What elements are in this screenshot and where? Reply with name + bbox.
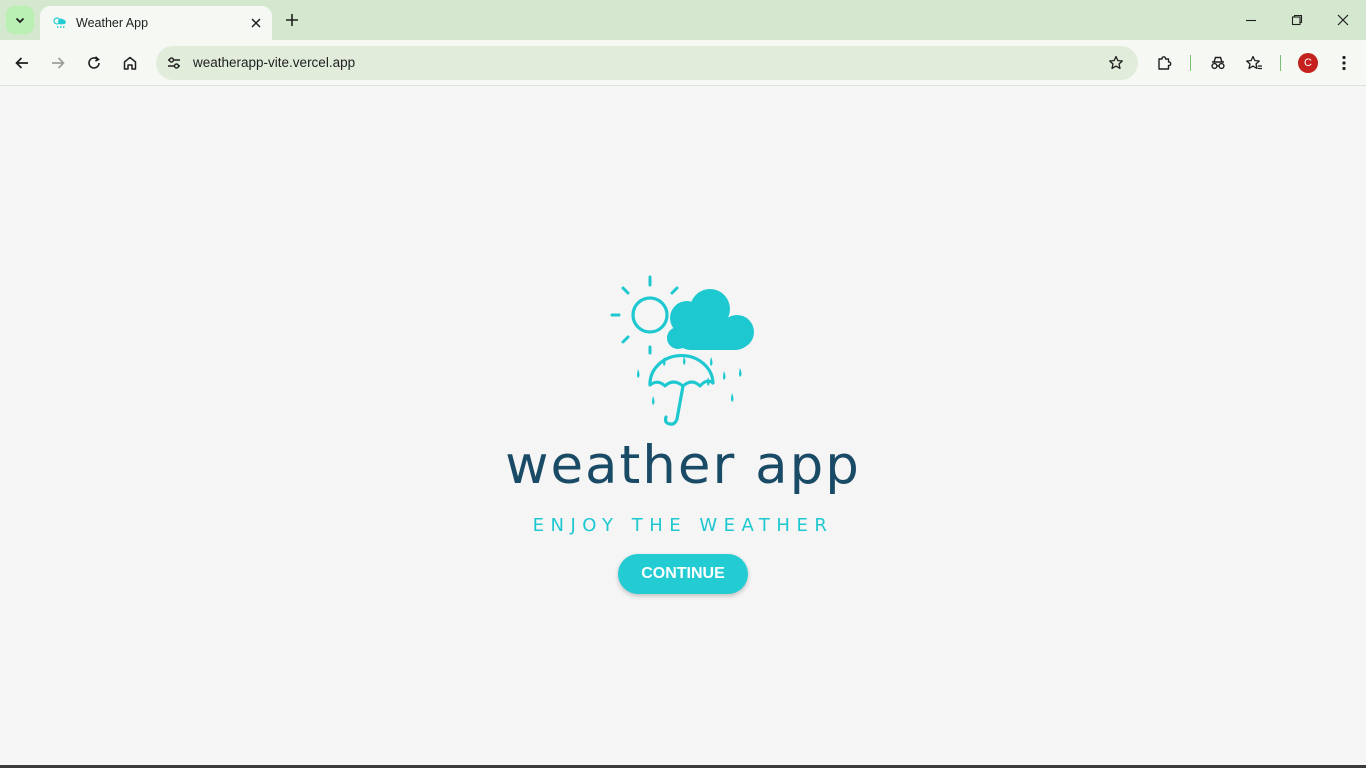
close-icon bbox=[251, 18, 261, 28]
toolbar-divider bbox=[1280, 55, 1281, 71]
chevron-down-icon bbox=[15, 17, 25, 24]
reload-button[interactable] bbox=[80, 49, 108, 77]
new-tab-button[interactable] bbox=[280, 8, 304, 32]
page-content: weather app ENJOY THE WEATHER CONTINUE bbox=[0, 87, 1366, 766]
reload-icon bbox=[88, 56, 100, 69]
minimize-icon bbox=[1246, 19, 1256, 22]
star-list-icon bbox=[1246, 55, 1262, 70]
tab-title: Weather App bbox=[76, 16, 149, 30]
incognito-button[interactable] bbox=[1204, 49, 1232, 77]
forward-button[interactable] bbox=[44, 49, 72, 77]
profile-avatar[interactable]: C bbox=[1298, 53, 1318, 73]
incognito-icon bbox=[1211, 56, 1225, 70]
puzzle-icon bbox=[1158, 56, 1172, 70]
tab-strip: Weather App bbox=[0, 0, 1366, 40]
arrow-left-icon bbox=[15, 57, 28, 69]
weather-logo-icon bbox=[610, 275, 754, 426]
toolbar-divider bbox=[1190, 55, 1191, 71]
url-text: weatherapp-vite.vercel.app bbox=[193, 55, 356, 70]
plus-icon bbox=[286, 14, 298, 26]
tab-close-button[interactable] bbox=[246, 13, 266, 33]
home-icon bbox=[123, 56, 137, 70]
app-title: weather app bbox=[505, 435, 861, 496]
browser-menu-button[interactable] bbox=[1330, 49, 1358, 77]
active-tab[interactable]: Weather App bbox=[40, 6, 272, 40]
arrow-right-icon bbox=[52, 57, 65, 69]
extensions-button[interactable] bbox=[1150, 49, 1178, 77]
kebab-menu-icon bbox=[1342, 55, 1346, 71]
bookmark-button[interactable] bbox=[1104, 51, 1128, 75]
restore-button[interactable] bbox=[1277, 6, 1317, 34]
back-button[interactable] bbox=[8, 49, 36, 77]
address-bar[interactable]: weatherapp-vite.vercel.app bbox=[156, 46, 1138, 80]
restore-icon bbox=[1291, 14, 1303, 26]
site-info-button[interactable] bbox=[162, 51, 186, 75]
home-button[interactable] bbox=[116, 49, 144, 77]
browser-toolbar: weatherapp-vite.vercel.app C bbox=[0, 40, 1366, 86]
tab-search-button[interactable] bbox=[6, 6, 34, 34]
app-tagline: ENJOY THE WEATHER bbox=[532, 515, 834, 536]
tune-icon bbox=[168, 57, 180, 69]
minimize-button[interactable] bbox=[1231, 6, 1271, 34]
weather-favicon-icon bbox=[52, 15, 68, 31]
close-window-button[interactable] bbox=[1323, 6, 1363, 34]
reading-list-button[interactable] bbox=[1240, 49, 1268, 77]
continue-button[interactable]: CONTINUE bbox=[618, 554, 748, 594]
star-icon bbox=[1109, 55, 1123, 70]
close-icon bbox=[1337, 14, 1349, 26]
